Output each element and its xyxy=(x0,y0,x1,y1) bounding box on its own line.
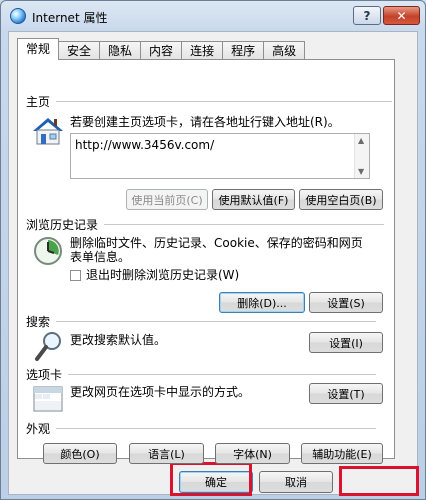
help-button[interactable]: ? xyxy=(353,6,381,25)
fonts-button[interactable]: 字体(N) xyxy=(215,443,290,464)
home-section-heading: 主页 xyxy=(26,93,393,110)
home-page-url: http://www.3456v.com/ xyxy=(75,138,215,152)
colors-button[interactable]: 颜色(O) xyxy=(43,443,117,464)
search-magnifier-icon xyxy=(35,332,61,361)
tabs-description: 更改网页在选项卡中显示的方式。 xyxy=(70,385,251,399)
tabs-window-icon xyxy=(33,386,63,412)
home-page-description: 若要创建主页选项卡，请在各地址行键入地址(R)。 xyxy=(70,115,340,129)
history-settings-button[interactable]: 设置(S) xyxy=(309,292,383,313)
address-box-scrollbar[interactable]: ▲ ▼ xyxy=(354,134,369,178)
search-settings-button[interactable]: 设置(I) xyxy=(309,332,383,353)
general-tab-panel: 主页 若要创建主页选项卡，请在各地址行键入地址(R)。 http://www.3… xyxy=(17,59,395,464)
cancel-button[interactable]: 取消 xyxy=(259,471,333,493)
history-section-heading: 浏览历史记录 xyxy=(26,216,385,233)
tab-content[interactable]: 内容 xyxy=(140,41,183,60)
tab-privacy[interactable]: 隐私 xyxy=(99,41,142,60)
tab-strip: 常规 安全 隐私 内容 连接 程序 高级 xyxy=(17,38,306,60)
use-current-button[interactable]: 使用当前页(C) xyxy=(126,189,208,210)
languages-button[interactable]: 语言(L) xyxy=(129,443,204,464)
search-description: 更改搜索默认值。 xyxy=(70,333,167,347)
delete-on-exit-checkbox[interactable] xyxy=(70,270,81,281)
title-bar[interactable]: Internet 属性 ? ✕ xyxy=(1,1,425,31)
window-title: Internet 属性 xyxy=(32,11,108,25)
history-clock-icon xyxy=(34,237,62,265)
home-page-icon xyxy=(33,118,63,145)
home-page-address-box[interactable]: http://www.3456v.com/ ▲ ▼ xyxy=(70,133,370,179)
internet-explorer-icon xyxy=(10,8,26,24)
appearance-section-heading: 外观 xyxy=(26,420,377,437)
tab-security[interactable]: 安全 xyxy=(58,41,101,60)
ok-button[interactable]: 确定 xyxy=(179,471,253,493)
delete-history-button[interactable]: 删除(D)... xyxy=(219,292,305,313)
accessibility-button[interactable]: 辅助功能(E) xyxy=(301,443,383,464)
close-button[interactable]: ✕ xyxy=(383,6,420,25)
delete-on-exit-label[interactable]: 退出时删除浏览历史记录(W) xyxy=(86,268,239,283)
tabs-section-heading: 选项卡 xyxy=(26,366,377,383)
history-description-line2: 表单信息。 xyxy=(70,250,131,264)
tab-advanced[interactable]: 高级 xyxy=(263,41,306,60)
scroll-up-icon[interactable]: ▲ xyxy=(358,136,364,145)
dialog-client: 常规 安全 隐私 内容 连接 程序 高级 主页 若要创建主页选项卡，请在各地址行… xyxy=(8,31,418,495)
use-default-button[interactable]: 使用默认值(F) xyxy=(212,189,295,210)
internet-properties-window: Internet 属性 ? ✕ 常规 安全 隐私 内容 连接 程序 高级 主页 xyxy=(0,0,426,500)
tabs-settings-button[interactable]: 设置(T) xyxy=(309,383,383,404)
scroll-down-icon[interactable]: ▼ xyxy=(358,167,364,176)
search-section-heading: 搜索 xyxy=(26,313,377,330)
use-blank-button[interactable]: 使用空白页(B) xyxy=(299,189,383,210)
history-description-line1: 删除临时文件、历史记录、Cookie、保存的密码和网页 xyxy=(70,236,363,250)
tab-connections[interactable]: 连接 xyxy=(181,41,224,60)
tab-general[interactable]: 常规 xyxy=(17,38,60,60)
tab-programs[interactable]: 程序 xyxy=(222,41,265,60)
